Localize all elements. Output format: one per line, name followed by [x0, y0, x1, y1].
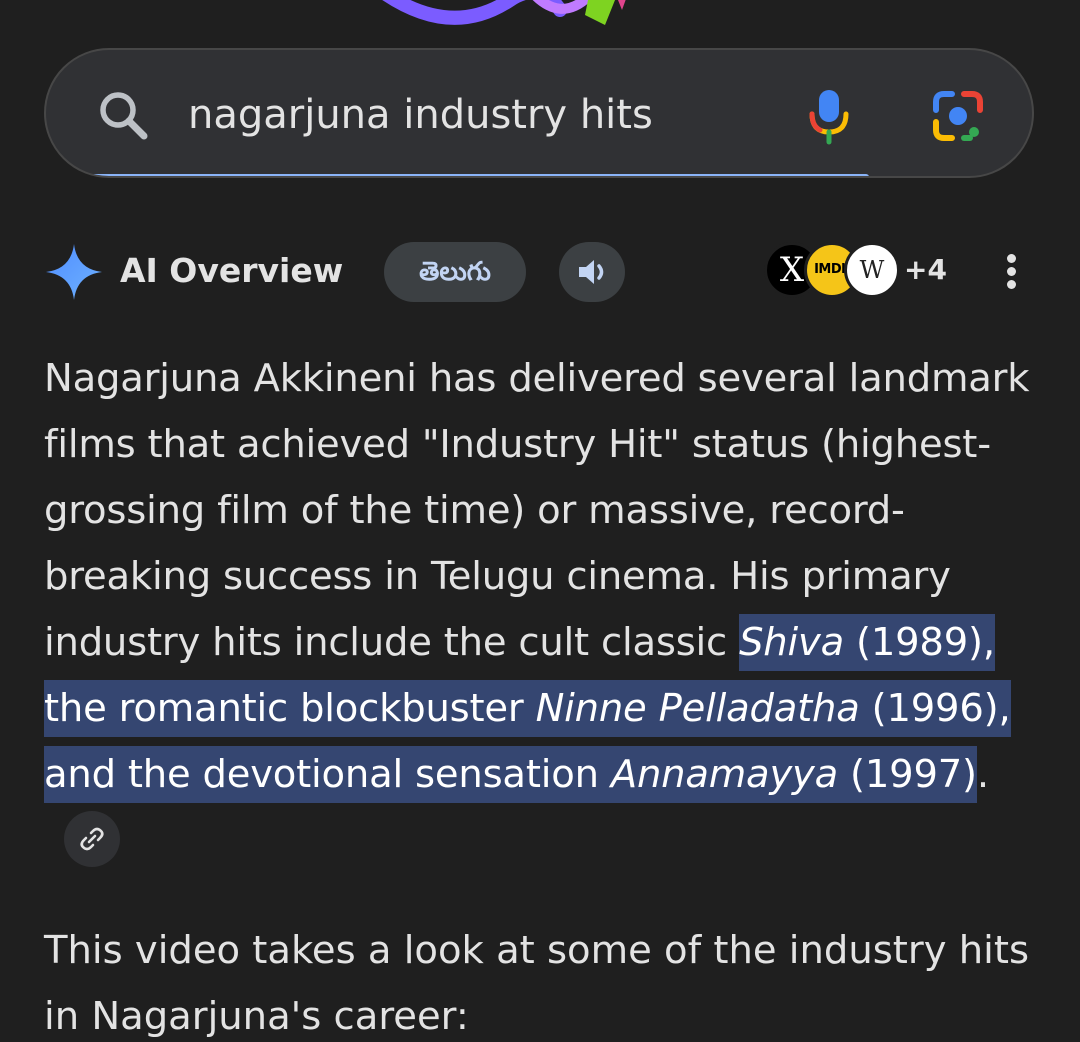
gemini-spark-icon [46, 244, 102, 300]
search-bar[interactable] [44, 48, 1034, 178]
google-lens-icon[interactable] [930, 88, 986, 144]
more-options-icon[interactable] [996, 254, 1026, 294]
more-sources-count[interactable]: +4 [904, 252, 947, 288]
source-link-button[interactable] [64, 810, 120, 867]
search-progress-fill [86, 174, 869, 176]
search-input[interactable] [188, 80, 748, 150]
search-progress-bar [86, 174, 996, 176]
listen-button[interactable] [559, 242, 625, 302]
highlight-text-part: (1997) [838, 752, 977, 797]
speaker-icon [579, 260, 604, 284]
film-title-annamayya: Annamayya [610, 752, 839, 797]
search-icon [100, 92, 148, 140]
link-icon [80, 827, 104, 850]
source-icons[interactable]: X IMDb W +4 [764, 240, 964, 304]
microphone-icon[interactable] [804, 86, 854, 146]
ai-overview-answer: Nagarjuna Akkineni has delivered several… [44, 346, 1044, 874]
video-intro-text: This video takes a look at some of the i… [44, 928, 1030, 1039]
ai-overview-title: AI Overview [120, 251, 344, 290]
ai-overview-header: AI Overview తెలుగు X IMDb W +4 [0, 240, 1080, 304]
answer-period: . [976, 752, 989, 797]
doodle-graphic[interactable] [360, 0, 680, 30]
google-search-page: AI Overview తెలుగు X IMDb W +4 Nagarjuna… [0, 0, 1080, 1042]
language-telugu-chip[interactable]: తెలుగు [384, 242, 526, 302]
wikipedia-source-icon[interactable]: W [844, 242, 900, 298]
film-title-ninne-pelladatha: Ninne Pelladatha [535, 686, 860, 731]
film-title-shiva: Shiva [739, 620, 844, 665]
